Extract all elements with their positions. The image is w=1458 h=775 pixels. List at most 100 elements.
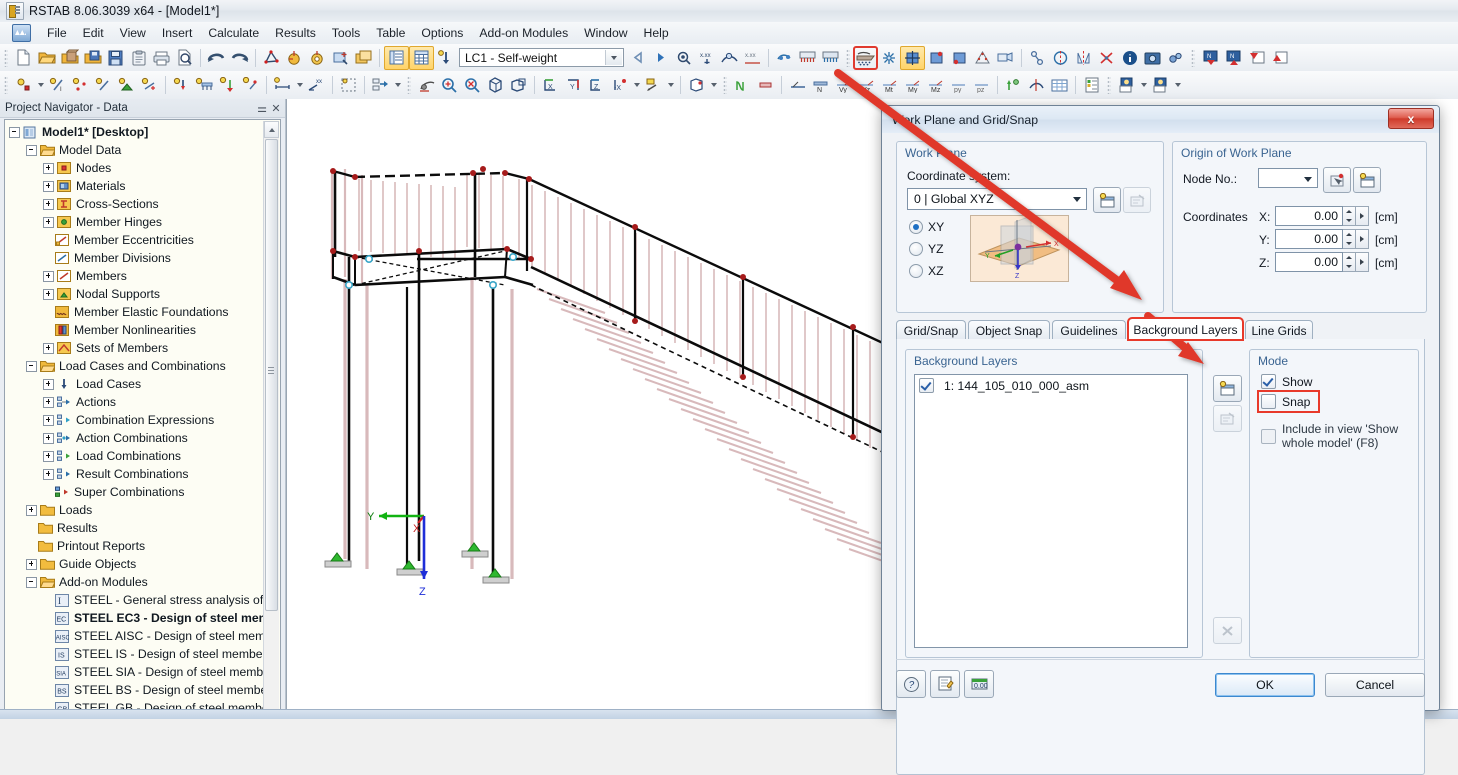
tree-item-materials[interactable]: Materials: [9, 177, 280, 195]
support-up-frame-button[interactable]: [1268, 47, 1291, 69]
tree-expander-plus[interactable]: [43, 396, 54, 408]
nodal-support-up-button[interactable]: N: [1222, 47, 1245, 69]
clipboard-button[interactable]: [127, 47, 150, 69]
copy-objects-dropdown[interactable]: [392, 74, 403, 96]
tree-item-load-cases[interactable]: Load Cases: [9, 375, 280, 393]
new-member-nodes-button[interactable]: [69, 74, 92, 96]
coordinate-system-combo[interactable]: 0 | Global XYZ: [907, 188, 1087, 210]
coord-x-stepper[interactable]: [1343, 206, 1356, 226]
menu-item-insert[interactable]: Insert: [154, 23, 200, 43]
plane-yz-radio[interactable]: YZ: [909, 242, 944, 256]
show-loads-2-button[interactable]: [819, 47, 842, 69]
chevron-down-icon[interactable]: [1299, 169, 1317, 189]
tree-item-member-hinges[interactable]: Member Hinges: [9, 213, 280, 231]
tree-item-load-combinations[interactable]: Load Combinations: [9, 447, 280, 465]
tree-item-member-eccentricities[interactable]: Member Eccentricities: [9, 231, 280, 249]
tree-expander-plus[interactable]: [43, 270, 54, 282]
plane-xy-radio[interactable]: XY: [909, 220, 944, 234]
coord-y-stepper[interactable]: [1343, 229, 1356, 249]
pan-view-button[interactable]: [415, 74, 438, 96]
tab-object-snap[interactable]: Object Snap: [968, 320, 1050, 340]
result-my-button[interactable]: My: [901, 74, 924, 96]
new-free-load-button[interactable]: [239, 74, 262, 96]
new-nodal-load-button[interactable]: [170, 74, 193, 96]
new-load-case-button[interactable]: [434, 47, 457, 69]
open-file-button[interactable]: [35, 47, 58, 69]
new-member-button[interactable]: I: [46, 74, 69, 96]
menu-item-tools[interactable]: Tools: [324, 23, 368, 43]
tree-item-nodal-supports[interactable]: Nodal Supports: [9, 285, 280, 303]
tree-item-member-divisions[interactable]: Member Divisions: [9, 249, 280, 267]
print-button[interactable]: [150, 47, 173, 69]
toolbar-grip[interactable]: [407, 76, 411, 94]
tree-expander-plus[interactable]: [43, 342, 54, 354]
chevron-down-icon[interactable]: [605, 50, 622, 65]
tab-grid-snap[interactable]: Grid/Snap: [896, 320, 966, 340]
delete-layer-button[interactable]: [1213, 617, 1242, 644]
view-cube-dropdown[interactable]: [708, 74, 719, 96]
window-view-1-button[interactable]: [1115, 74, 1138, 96]
menu-item-calculate[interactable]: Calculate: [200, 23, 267, 43]
support-reactions-button[interactable]: [1002, 74, 1025, 96]
toolbar-grip[interactable]: [1107, 76, 1111, 94]
new-file-button[interactable]: [12, 47, 35, 69]
tree-item-printout-reports[interactable]: Printout Reports: [9, 537, 280, 555]
new-imperfection-button[interactable]: [216, 74, 239, 96]
guideline-button[interactable]: [337, 74, 360, 96]
list-item[interactable]: 1: 144_105_010_000_asm: [915, 375, 1187, 394]
menu-item-options[interactable]: Options: [413, 23, 471, 43]
tree-expander-minus[interactable]: [26, 576, 37, 588]
dialog-close-button[interactable]: x: [1388, 108, 1434, 129]
zoom-out-button[interactable]: [461, 74, 484, 96]
mirror-button[interactable]: [1072, 47, 1095, 69]
tree-item-guide-objects[interactable]: Guide Objects: [9, 555, 280, 573]
menu-item-table[interactable]: Table: [368, 23, 413, 43]
mode-include-in-view-checkbox[interactable]: Include in view 'Show whole model' (F8): [1261, 422, 1418, 450]
tree-expander-plus[interactable]: [43, 378, 54, 390]
dimension-button[interactable]: [271, 74, 294, 96]
show-table-grid-button[interactable]: [409, 45, 434, 70]
coord-z-stepper[interactable]: [1343, 252, 1356, 272]
tree-item-loads[interactable]: Loads: [9, 501, 280, 519]
tree-item-combination-expressions[interactable]: Combination Expressions: [9, 411, 280, 429]
show-loads-button[interactable]: [796, 47, 819, 69]
tree-item-member-elastic-foundations[interactable]: Member Elastic Foundations: [9, 303, 280, 321]
info-button[interactable]: [1118, 47, 1141, 69]
snap-settings-button[interactable]: [877, 47, 900, 69]
tree-expander-plus[interactable]: [26, 504, 37, 516]
tree-expander-minus[interactable]: [26, 144, 37, 156]
new-set-of-members-button[interactable]: [138, 74, 161, 96]
view-in-negative-x-button[interactable]: -X: [608, 74, 631, 96]
tree-expander-plus[interactable]: [43, 198, 54, 210]
plane-xz-radio[interactable]: XZ: [909, 264, 944, 278]
open-project-button[interactable]: [58, 47, 81, 69]
save-button[interactable]: [104, 47, 127, 69]
new-coordinate-system-button[interactable]: [1093, 187, 1121, 213]
coord-y-input[interactable]: 0.00: [1275, 229, 1343, 249]
result-py-button[interactable]: py: [947, 74, 970, 96]
tree-expander-plus[interactable]: [43, 162, 54, 174]
printout-report-button[interactable]: [1080, 74, 1103, 96]
layers-button[interactable]: [352, 47, 375, 69]
menu-item-window[interactable]: Window: [576, 23, 635, 43]
scale-button[interactable]: [1095, 47, 1118, 69]
result-values-2-button[interactable]: x.xx: [741, 47, 764, 69]
photo-button[interactable]: [1141, 47, 1164, 69]
result-n-button[interactable]: N: [809, 74, 832, 96]
tab-guidelines[interactable]: Guidelines: [1052, 320, 1126, 340]
dimension-dropdown[interactable]: [294, 74, 305, 96]
tree-item-steel-sia-design-of-steel-memb[interactable]: SIA STEEL SIA - Design of steel memb: [9, 663, 280, 681]
menu-item-add-on-modules[interactable]: Add-on Modules: [471, 23, 576, 43]
new-node-button[interactable]: [12, 74, 35, 96]
scroll-thumb[interactable]: [265, 139, 278, 611]
render-quality-button[interactable]: [642, 74, 665, 96]
tree-item-results[interactable]: Results: [9, 519, 280, 537]
window-view-2-dropdown[interactable]: [1172, 74, 1183, 96]
result-vy-button[interactable]: Vy: [832, 74, 855, 96]
tree-item-sets-of-members[interactable]: Sets of Members: [9, 339, 280, 357]
tree-item-actions[interactable]: Actions: [9, 393, 280, 411]
menu-item-view[interactable]: View: [112, 23, 154, 43]
select-objects-button[interactable]: [260, 47, 283, 69]
view-whole-model-button[interactable]: [900, 45, 925, 70]
visibility-button[interactable]: [994, 47, 1017, 69]
